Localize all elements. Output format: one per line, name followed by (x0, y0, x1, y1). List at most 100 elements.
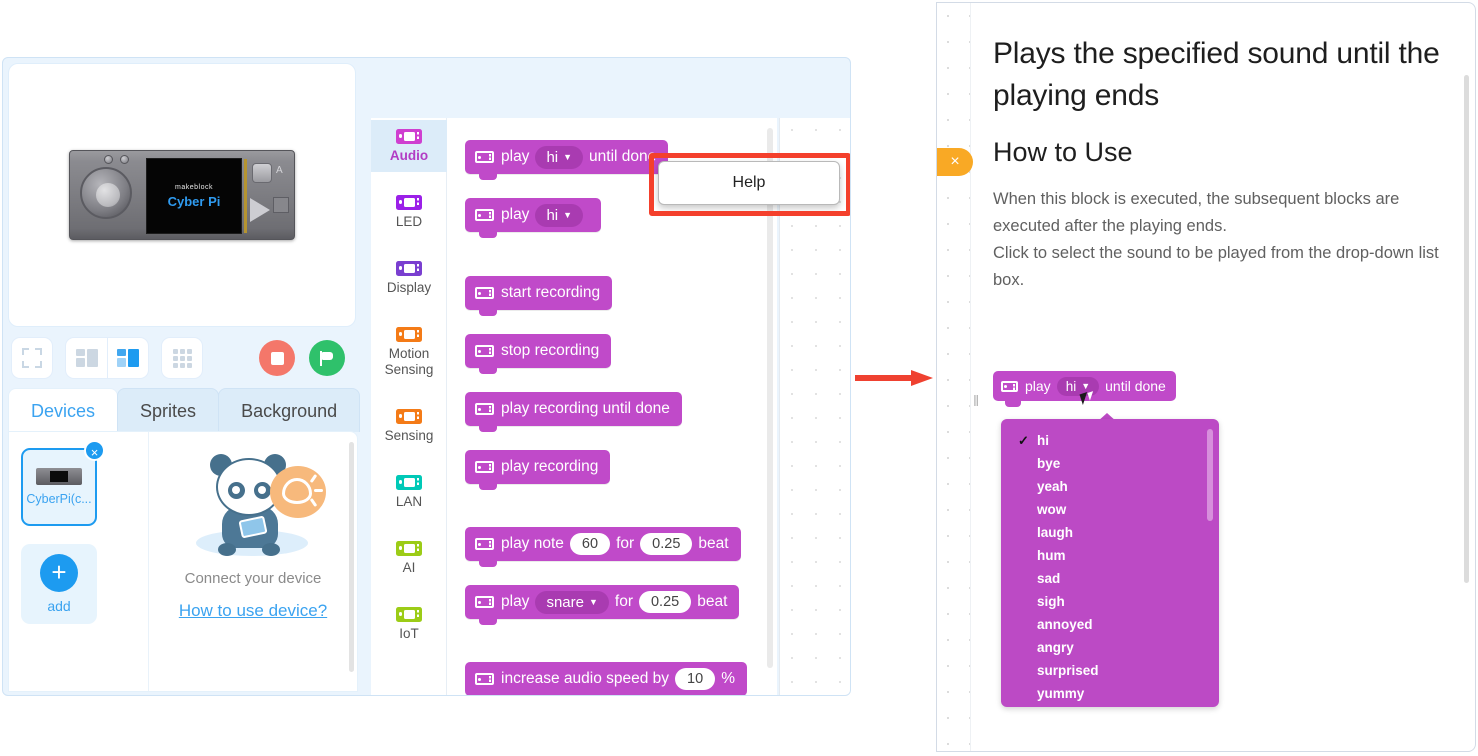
block-play-note[interactable]: play note 60 for 0.25 beat (465, 527, 741, 561)
ai-category-icon (396, 541, 422, 556)
block-text-pre: play (501, 206, 529, 224)
tab-sprites[interactable]: Sprites (117, 388, 219, 432)
dropdown-option-label: surprised (1037, 663, 1099, 678)
devices-scrollbar[interactable] (349, 442, 354, 672)
stop-button[interactable] (259, 340, 295, 376)
chevron-down-icon: ▼ (1081, 381, 1090, 391)
block-text-pre: start recording (501, 284, 600, 302)
cyberpi-block-icon (475, 403, 494, 415)
block-play-recording-until-done[interactable]: play recording until done (465, 392, 682, 426)
add-device-button[interactable]: + add (21, 544, 97, 624)
illustration-block-play-until-done: play hi ▼ until done (993, 371, 1176, 401)
close-help-panel-button[interactable]: × (937, 148, 973, 176)
block-text-pre: increase audio speed by (501, 670, 669, 688)
dropdown-scrollbar (1207, 429, 1213, 521)
beat-value-input[interactable]: 0.25 (640, 533, 692, 555)
connect-device-message: Connect your device (185, 570, 322, 587)
beat-value-input[interactable]: 0.25 (639, 591, 691, 613)
speed-delta-input[interactable]: 10 (675, 668, 715, 690)
dropdown-option: surprised (1001, 659, 1219, 682)
help-panel-resize-handle[interactable]: ‖ (973, 393, 981, 411)
dropdown-option-label: annoyed (1037, 617, 1093, 632)
panda-illustration (178, 444, 328, 564)
joystick-icon (80, 167, 132, 219)
cyberpi-device-image: makeblock Cyber Pi A (69, 150, 295, 240)
dropdown-option-label: wow (1037, 502, 1066, 517)
cyberpi-block-icon (475, 209, 494, 221)
category-iot[interactable]: IoT (371, 598, 447, 650)
block-text-mid: for (615, 593, 633, 611)
category-audio[interactable]: Audio (371, 120, 447, 172)
chevron-down-icon: ▼ (563, 210, 572, 220)
category-led[interactable]: LED (371, 186, 447, 238)
start-button[interactable] (309, 340, 345, 376)
help-panel: × ‖ Plays the specified sound until the … (936, 2, 1476, 752)
device-thumbnail (36, 468, 82, 485)
dropdown-option: ✓hi (1001, 429, 1219, 452)
block-play-drum[interactable]: play snare ▼ for 0.25 beat (465, 585, 739, 619)
illustration-block-pre: play (1025, 378, 1051, 394)
dropdown-option-label: laugh (1037, 525, 1073, 540)
dropdown-option-label: hi (1037, 433, 1049, 448)
iot-category-icon (396, 607, 422, 622)
panel-tabs: Devices Sprites Background (8, 388, 358, 432)
device-tile-cyberpi[interactable]: × CyberPi(c... (21, 448, 97, 526)
tab-devices[interactable]: Devices (8, 388, 118, 432)
category-display[interactable]: Display (371, 252, 447, 304)
category-ai[interactable]: AI (371, 532, 447, 584)
grid-icon (173, 349, 192, 368)
drum-dropdown[interactable]: snare ▼ (535, 591, 608, 614)
tab-background[interactable]: Background (218, 388, 360, 432)
dropdown-option: sad (1001, 567, 1219, 590)
how-to-use-device-link[interactable]: How to use device? (179, 601, 327, 621)
illustration-dropdown-list: ✓hi bye yeah wow laugh hum sad sigh anno… (1001, 419, 1219, 707)
block-text-post: beat (697, 593, 727, 611)
block-play-recording[interactable]: play recording (465, 450, 610, 484)
block-text-pre: stop recording (501, 342, 599, 360)
block-play-sound[interactable]: play hi ▼ (465, 198, 601, 232)
small-stage-button[interactable] (65, 337, 107, 379)
cyberpi-block-icon (475, 673, 494, 685)
dropdown-option: curious (1001, 705, 1219, 707)
category-label-led: LED (373, 214, 445, 230)
palette-scrollbar[interactable] (767, 128, 773, 668)
green-flag-icon (320, 351, 335, 366)
sound-dropdown[interactable]: hi ▼ (535, 204, 583, 227)
block-text-pre: play recording until done (501, 400, 670, 418)
category-label-display: Display (373, 280, 445, 296)
block-start-recording[interactable]: start recording (465, 276, 612, 310)
plus-icon: + (40, 554, 78, 592)
dropdown-option: yeah (1001, 475, 1219, 498)
block-increase-audio-speed[interactable]: increase audio speed by 10 % (465, 662, 747, 696)
large-stage-button[interactable] (107, 337, 149, 379)
note-value-input[interactable]: 60 (570, 533, 610, 555)
arrow-shaft (855, 375, 913, 381)
arrow-head (911, 370, 933, 386)
category-lan[interactable]: LAN (371, 466, 447, 518)
grid-layout-button[interactable] (161, 337, 203, 379)
block-play-until-done[interactable]: play hi ▼ until done (465, 140, 668, 174)
category-sensing[interactable]: Sensing (371, 400, 447, 452)
help-panel-gutter (937, 3, 971, 752)
sound-dropdown[interactable]: hi ▼ (535, 146, 583, 169)
sensing-category-icon (396, 409, 422, 424)
category-label-lan: LAN (373, 494, 445, 510)
screenshot-root: makeblock Cyber Pi A (0, 0, 1478, 756)
block-text-pre: play (501, 593, 529, 611)
dropdown-option: laugh (1001, 521, 1219, 544)
panda-eye-right (254, 482, 271, 499)
device-screen: makeblock Cyber Pi (146, 158, 242, 234)
block-stop-recording[interactable]: stop recording (465, 334, 611, 368)
panda-foot-right (262, 543, 280, 556)
fullscreen-button[interactable] (11, 337, 53, 379)
dropdown-option: annoyed (1001, 613, 1219, 636)
context-menu-help[interactable]: Help (658, 161, 840, 205)
chevron-down-icon: ▼ (563, 152, 572, 162)
dropdown-option: sigh (1001, 590, 1219, 613)
remove-device-icon[interactable]: × (84, 440, 105, 461)
add-device-label: add (47, 598, 70, 614)
help-panel-scrollbar[interactable] (1464, 75, 1469, 583)
block-text-mid: for (616, 535, 634, 553)
category-motion-sensing[interactable]: Motion Sensing (371, 318, 447, 386)
window-top-rule (3, 57, 851, 58)
